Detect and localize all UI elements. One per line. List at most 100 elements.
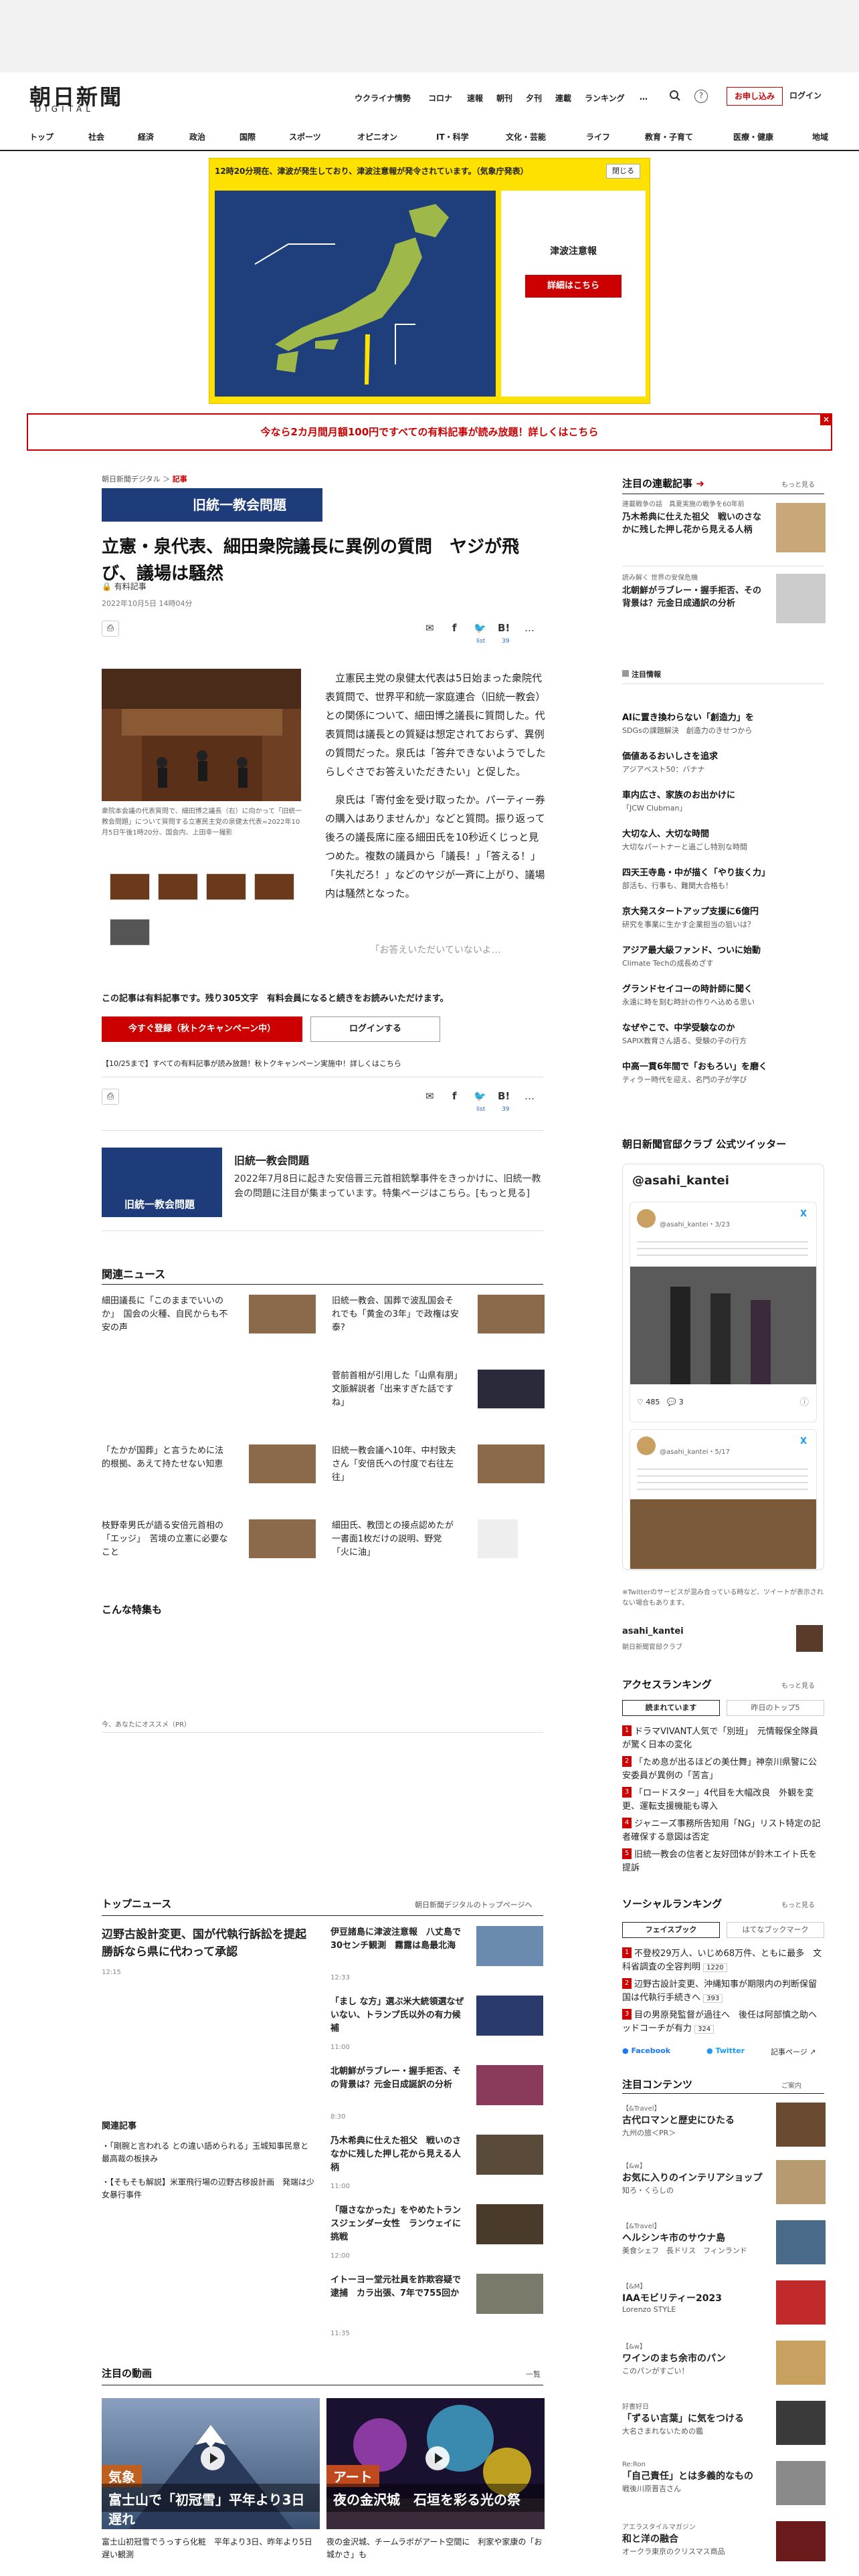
- cat-international[interactable]: 国際: [240, 131, 256, 142]
- top-news-item-5[interactable]: 「隠さなかった」をやめたトランスジェンダー女性 ランウェイに挑戦: [330, 2204, 464, 2244]
- video-card-1[interactable]: 気象 富士山で「初冠雪」平年より3日遅れ: [102, 2398, 320, 2529]
- top-news-image-6[interactable]: [476, 2274, 543, 2314]
- help-icon[interactable]: ?: [694, 90, 708, 103]
- related-image-7[interactable]: [249, 1519, 316, 1558]
- special-item-6[interactable]: 京大発スタートアップ支援に6億円 研究を事業に生かす企業担当の狙いは？: [622, 905, 824, 931]
- ranking-item-3[interactable]: 3 「ロードスター」4代目を大幅改良 外観を変更、運転支援機能も導入: [622, 1787, 824, 1814]
- search-icon[interactable]: [669, 90, 681, 102]
- mail-icon[interactable]: ✉: [425, 622, 434, 634]
- cat-health[interactable]: 医療・健康: [733, 131, 773, 142]
- mail-icon-bottom[interactable]: ✉: [425, 1090, 434, 1102]
- photo-thumb-3[interactable]: [206, 873, 246, 900]
- photo-thumb-1[interactable]: [110, 873, 150, 900]
- top-news-image-5[interactable]: [476, 2204, 543, 2244]
- content-image-3[interactable]: [776, 2220, 826, 2264]
- top-news-image-3[interactable]: [476, 2065, 543, 2105]
- related-item-2[interactable]: 旧統一教会、国葬で波乱国会それでも「黄金の3年」で政権は安泰?: [332, 1295, 459, 1335]
- breadcrumb-home[interactable]: 朝日新聞デジタル: [102, 475, 161, 484]
- special-item-8[interactable]: グランドセイコーの時計師に聞く 永遠に時を刻む時計の作りへ込める思い: [622, 983, 824, 1008]
- facebook-link[interactable]: ● Facebook: [622, 2046, 670, 2055]
- related-image-4[interactable]: [478, 1370, 545, 1408]
- info-icon[interactable]: ⓘ: [800, 1395, 809, 1408]
- nav-evening[interactable]: 夕刊: [526, 92, 542, 104]
- hatena-icon-bottom[interactable]: B!: [498, 1090, 510, 1102]
- more-share-icon[interactable]: …: [524, 622, 535, 634]
- top-news-item-3[interactable]: 北朝鮮がラブレー・握手拒否、その背景は？元金日成誕訳の分析: [330, 2065, 464, 2092]
- related-image-5[interactable]: [249, 1444, 316, 1483]
- alert-close-button[interactable]: 閉じる: [606, 164, 640, 179]
- cat-education[interactable]: 教育・子育て: [645, 131, 693, 142]
- related-item-5[interactable]: 「たかが国葬」と言うために法的根拠、あえて持たせない知恵: [102, 1444, 229, 1471]
- series-image-2[interactable]: [776, 574, 826, 623]
- series-more-link[interactable]: もっと見る: [781, 479, 815, 489]
- special-item-2[interactable]: 価値あるおいしさを追求 アジアベスト50：バナナ: [622, 750, 824, 776]
- social-tab-hatena[interactable]: はてなブックマーク: [727, 1922, 824, 1938]
- videos-more-link[interactable]: 一覧: [526, 2369, 541, 2379]
- alert-detail-button[interactable]: 詳細はこちら: [525, 275, 622, 298]
- related-item-8[interactable]: 細田氏、教団との接点認めたが一書面1枚だけの説明、野党「火に油」: [332, 1519, 459, 1560]
- content-image-5[interactable]: [776, 2341, 826, 2385]
- top-news-item-6[interactable]: イトーヨー堂元社員を詐欺容疑で逮捕 カラ出張、7年で755回か: [330, 2274, 464, 2300]
- twitter-account[interactable]: asahi_kantei: [622, 1626, 684, 1636]
- photo-thumb-2[interactable]: [158, 873, 198, 900]
- twitter-icon[interactable]: 🐦: [474, 622, 486, 634]
- content-image-7[interactable]: [776, 2461, 826, 2505]
- series-banner[interactable]: 旧統一教会問題: [102, 488, 322, 522]
- share-list-link-bottom[interactable]: list: [476, 1106, 485, 1113]
- top-news-image-1[interactable]: [476, 1926, 543, 1966]
- top-news-item-2[interactable]: 「まし な方」選ぶ米大統領選なぜいない、トランプ氏以外の有力候補: [330, 1996, 464, 2036]
- top-related-item-2[interactable]: ・【そもそも解説】米軍飛行場の辺野古移設計画 発端は少女暴行事件: [102, 2176, 316, 2202]
- print-icon[interactable]: ⎙: [102, 621, 119, 637]
- nav-more[interactable]: …: [640, 92, 648, 102]
- related-item-6[interactable]: 旧統一教会議へ10年、中村致夫さん「安倍氏への忖度で右往左往」: [332, 1444, 459, 1485]
- nav-corona[interactable]: コロナ: [428, 92, 452, 104]
- tweet-stats[interactable]: ♡ 485 💬 3: [637, 1396, 684, 1407]
- content-image-1[interactable]: [776, 2103, 826, 2147]
- top-news-image-4[interactable]: [476, 2135, 543, 2175]
- play-icon[interactable]: [201, 2446, 225, 2470]
- related-item-7[interactable]: 枝野幸男氏が語る安倍元首相の「エッジ」 苦境の立憲に必要なこと: [102, 1519, 229, 1560]
- ranking-item-5[interactable]: 5 旧統一教会の信者と友好団体が鈴木エイト氏を提訴: [622, 1848, 824, 1875]
- special-item-7[interactable]: アジア最大級ファンド、ついに始動 Climate Techの成長めざす: [622, 944, 824, 970]
- content-image-8[interactable]: [776, 2521, 826, 2561]
- article-main-photo[interactable]: [102, 669, 301, 801]
- related-item-4[interactable]: 菅前首相が引用した「山県有朋」 文脈解説者「出来すぎた話ですね」: [332, 1370, 467, 1410]
- nav-ukraine[interactable]: ウクライナ情勢: [355, 92, 411, 104]
- video-desc-1[interactable]: 富士山初冠雪でうっすら化粧 平年より3日、昨年より5日遅い観測: [102, 2536, 320, 2561]
- twitter-handle[interactable]: @asahi_kantei: [632, 1174, 729, 1188]
- special-item-10[interactable]: 中高一貫6年間で「おもろい」を磨く ティラー時代を迎え、名門の子が学び: [622, 1061, 824, 1086]
- feature-title[interactable]: 旧統一教会問題: [234, 1152, 309, 1168]
- feature-image[interactable]: 旧統一教会問題: [102, 1148, 222, 1217]
- promo-banner[interactable]: 今なら2カ月間月額100円ですべての有料記事が読み放題！詳しくはこちら ×: [27, 413, 832, 451]
- twitter-link[interactable]: ● Twitter: [706, 2046, 745, 2055]
- cat-top[interactable]: トップ: [29, 131, 54, 142]
- nav-breaking[interactable]: 速報: [467, 92, 483, 104]
- top-news-more-link[interactable]: 朝日新聞デジタルのトップページへ: [415, 1899, 533, 1910]
- facebook-icon-bottom[interactable]: f: [452, 1090, 457, 1102]
- top-related-item-1[interactable]: ・「剛腕と言われる との違い語められる」玉城知事民意と最高裁の板挟み: [102, 2140, 316, 2165]
- special-item-1[interactable]: AIに置き換わらない「創造力」を SDGsの課題解決 創造力のきせつから: [622, 712, 824, 737]
- contents-guide-link[interactable]: ご案内: [781, 2080, 801, 2090]
- top-news-lead[interactable]: 辺野古設計変更、国が代執行訴訟を提起 勝訴なら県に代わって承認: [102, 1926, 318, 1961]
- share-list-link[interactable]: list: [476, 638, 485, 645]
- social-item-2[interactable]: 2 辺野古設計変更、沖縄知事が期限内の判断保留 国は代執行手続きへ 393: [622, 1978, 826, 2006]
- related-image-6[interactable]: [478, 1444, 545, 1483]
- paywall-login-button[interactable]: ログインする: [310, 1016, 440, 1042]
- video-desc-2[interactable]: 夜の金沢城、チームラボがアート空間に 利家や家康の「お城かさ」も: [326, 2536, 545, 2561]
- related-image-1[interactable]: [249, 1295, 316, 1333]
- ranking-item-2[interactable]: 2 「ため息が出るほどの美仕舞」神奈川県警に公安委員が異例の「苦言」: [622, 1756, 824, 1783]
- nav-morning[interactable]: 朝刊: [496, 92, 512, 104]
- cat-opinion[interactable]: オピニオン: [357, 131, 397, 142]
- series-item-2[interactable]: 読み解く 世界の安保危機 北朝鮮がラブレー・握手拒否、その背景は？元金日成通訳の…: [622, 572, 769, 610]
- campaign-link[interactable]: 【10/25まで】すべての有料記事が読み放題！秋トクキャンペーン実施中！詳しくは…: [102, 1058, 401, 1069]
- twitter-account-image[interactable]: [796, 1625, 823, 1652]
- nav-series[interactable]: 連載: [555, 92, 571, 104]
- login-link[interactable]: ログイン: [789, 90, 822, 101]
- content-image-2[interactable]: [776, 2160, 826, 2204]
- content-image-6[interactable]: [776, 2401, 826, 2445]
- ranking-more-link[interactable]: もっと見る: [781, 1680, 815, 1690]
- social-tab-facebook[interactable]: フェイスブック: [622, 1922, 720, 1938]
- tweet-card-1[interactable]: @asahi_kantei・3/23 X ♡ 485 💬 3 ⓘ: [630, 1202, 817, 1422]
- ranking-tab-read[interactable]: 読まれています: [622, 1700, 720, 1716]
- promo-close-icon[interactable]: ×: [820, 413, 832, 425]
